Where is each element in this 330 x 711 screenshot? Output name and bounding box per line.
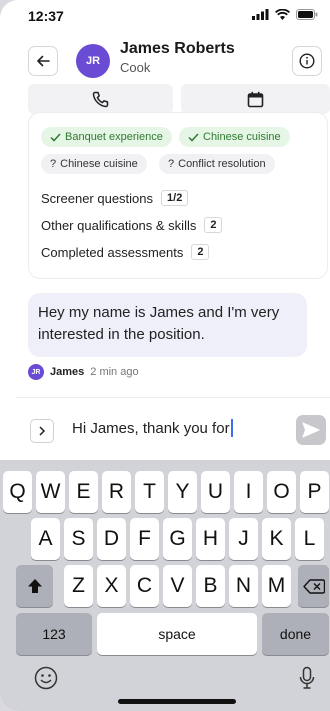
schedule-button[interactable] — [181, 84, 330, 114]
numbers-key[interactable]: 123 — [16, 613, 92, 655]
key[interactable]: P — [300, 471, 329, 513]
skill-chip-matched: Banquet experience — [41, 127, 172, 147]
call-button[interactable] — [28, 84, 173, 114]
key[interactable]: F — [130, 518, 159, 560]
key[interactable]: J — [229, 518, 258, 560]
chat-header: JR James Roberts Cook — [16, 34, 330, 118]
skill-chip-unmatched: ? Chinese cuisine — [41, 154, 147, 174]
message-input[interactable]: Hi James, thank you for — [72, 419, 233, 437]
status-icons — [252, 9, 318, 20]
stat-value-badge: 1/2 — [161, 190, 189, 206]
home-indicator[interactable] — [118, 699, 236, 704]
key[interactable]: Y — [168, 471, 197, 513]
key[interactable]: A — [31, 518, 60, 560]
key[interactable]: I — [234, 471, 263, 513]
shift-icon — [27, 579, 42, 593]
dictation-key[interactable] — [298, 666, 316, 690]
info-icon — [299, 53, 315, 69]
microphone-icon — [299, 666, 315, 689]
message-meta: JR James 2 min ago — [28, 364, 139, 380]
key[interactable]: B — [196, 565, 225, 607]
chevron-right-icon — [39, 426, 46, 436]
avatar[interactable]: JR — [76, 44, 110, 78]
skill-chip-label: Chinese cuisine — [203, 131, 281, 143]
key[interactable]: H — [196, 518, 225, 560]
back-arrow-icon — [36, 55, 50, 67]
backspace-icon — [302, 578, 325, 594]
onscreen-keyboard: Q W E R T Y U I O P A S D F G H J K L Z … — [0, 460, 330, 711]
message-time: 2 min ago — [90, 366, 139, 378]
skill-chip-unmatched: ? Conflict resolution — [159, 154, 275, 174]
stat-completed-assessments[interactable]: Completed assessments 2 — [41, 244, 210, 260]
expand-button[interactable] — [30, 419, 54, 443]
message-input-value: Hi James, thank you for — [72, 419, 230, 437]
back-button[interactable] — [28, 46, 58, 76]
question-icon: ? — [50, 158, 57, 170]
key[interactable]: D — [97, 518, 126, 560]
status-bar: 12:37 — [0, 0, 330, 30]
key[interactable]: W — [36, 471, 65, 513]
candidate-role: Cook — [120, 60, 151, 75]
stat-label: Screener questions — [41, 190, 154, 206]
check-icon — [188, 132, 199, 142]
key[interactable]: S — [64, 518, 93, 560]
key[interactable]: R — [102, 471, 131, 513]
info-button[interactable] — [292, 46, 322, 76]
message-bubble: Hey my name is James and I'm very intere… — [28, 293, 307, 357]
shift-key[interactable] — [16, 565, 53, 607]
key[interactable]: O — [267, 471, 296, 513]
stat-value-badge: 2 — [204, 217, 223, 233]
send-icon — [302, 422, 320, 438]
text-caret — [230, 419, 233, 437]
phone-icon — [92, 91, 109, 107]
key[interactable]: M — [262, 565, 291, 607]
message-composer: Hi James, thank you for — [16, 397, 330, 460]
signal-icon — [252, 9, 269, 20]
key[interactable]: C — [130, 565, 159, 607]
emoji-key[interactable] — [34, 666, 58, 690]
check-icon — [50, 132, 61, 142]
calendar-icon — [247, 91, 264, 107]
device-screen: 12:37 JR James Roberts Cook Banquet expe… — [0, 0, 330, 711]
skill-chip-matched: Chinese cuisine — [179, 127, 290, 147]
skill-chip-label: Conflict resolution — [178, 158, 266, 170]
skill-chip-label: Banquet experience — [65, 131, 163, 143]
candidate-name: James Roberts — [120, 40, 235, 57]
stat-label: Completed assessments — [41, 244, 184, 260]
stat-value-badge: 2 — [191, 244, 210, 260]
key[interactable]: E — [69, 471, 98, 513]
message-text: Hey my name is James and I'm very intere… — [38, 304, 280, 343]
key[interactable]: V — [163, 565, 192, 607]
key[interactable]: Q — [3, 471, 32, 513]
key[interactable]: Z — [64, 565, 93, 607]
key[interactable]: L — [295, 518, 324, 560]
emoji-icon — [34, 666, 58, 690]
key[interactable]: G — [163, 518, 192, 560]
sender-name: James — [50, 366, 85, 378]
done-key[interactable]: done — [262, 613, 329, 655]
status-time: 12:37 — [28, 8, 64, 24]
skill-chip-label: Chinese cuisine — [60, 158, 138, 170]
question-icon: ? — [168, 158, 175, 170]
key[interactable]: X — [97, 565, 126, 607]
stat-other-qualifications[interactable]: Other qualifications & skills 2 — [41, 217, 223, 233]
key[interactable]: N — [229, 565, 258, 607]
delete-key[interactable] — [298, 565, 329, 607]
battery-icon — [296, 9, 318, 20]
wifi-icon — [275, 9, 290, 20]
candidate-summary-card: Banquet experience Chinese cuisine ? Chi… — [28, 112, 328, 279]
send-button[interactable] — [296, 415, 326, 445]
stat-label: Other qualifications & skills — [41, 217, 197, 233]
stat-screener-questions[interactable]: Screener questions 1/2 — [41, 190, 189, 206]
key[interactable]: T — [135, 471, 164, 513]
sender-avatar: JR — [28, 364, 44, 380]
space-key[interactable]: space — [97, 613, 257, 655]
key[interactable]: K — [262, 518, 291, 560]
key[interactable]: U — [201, 471, 230, 513]
